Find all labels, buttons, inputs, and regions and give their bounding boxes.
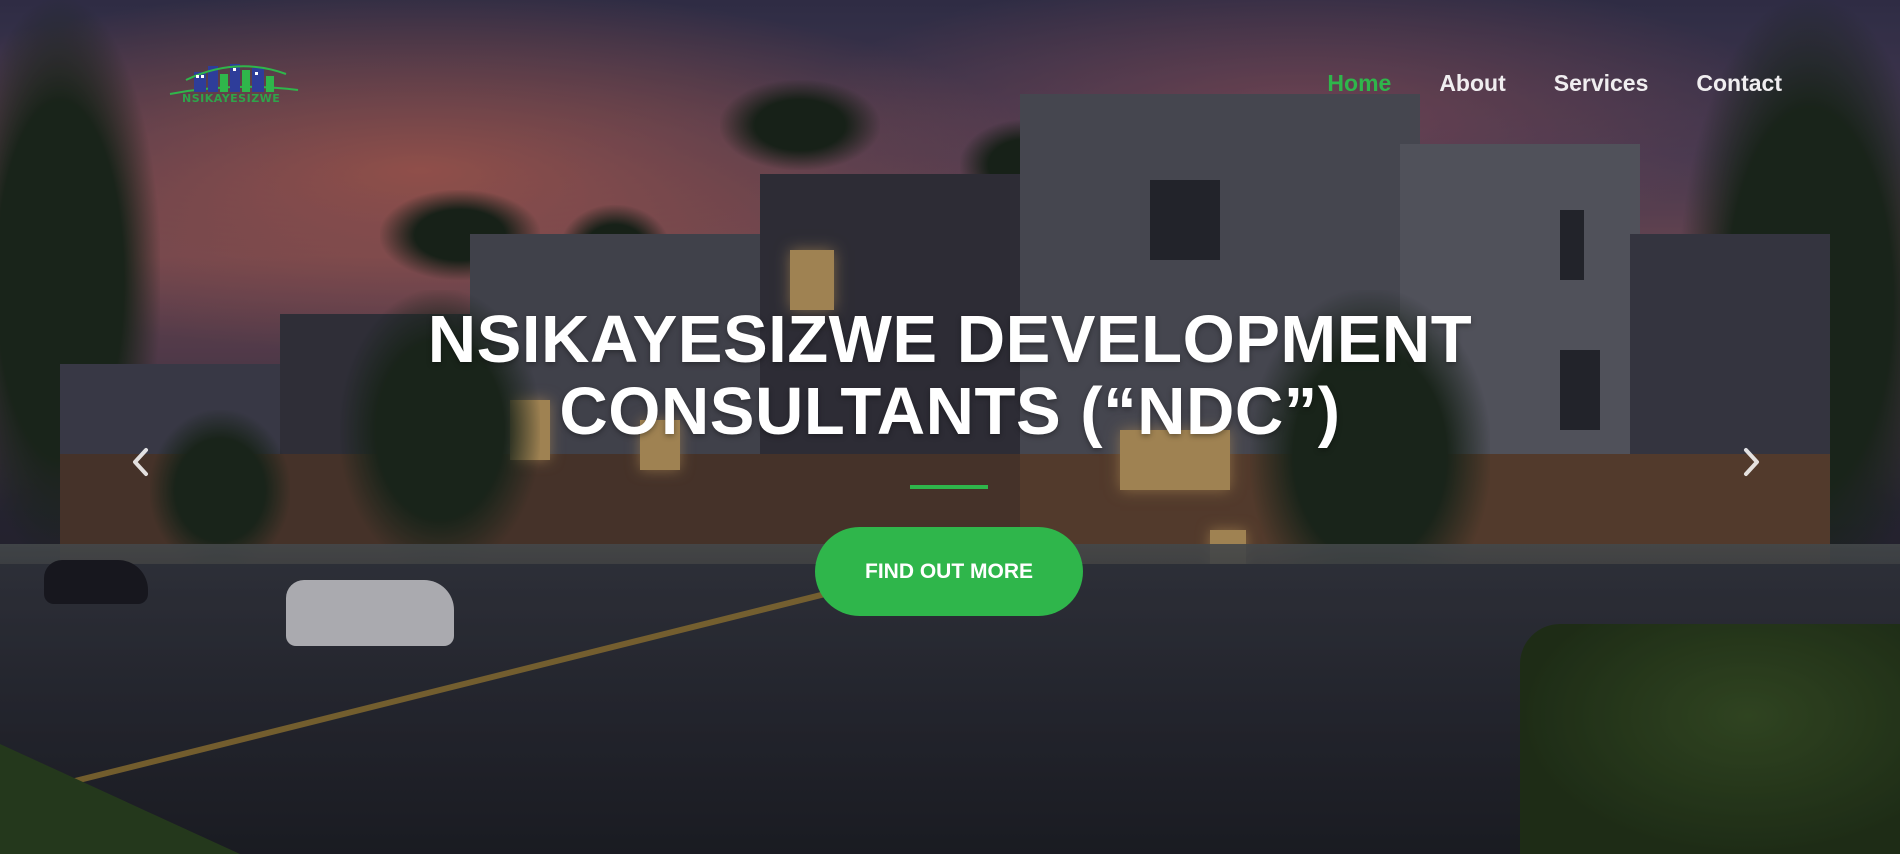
- hero-title-line-2: CONSULTANTS (“NDC”): [559, 374, 1341, 449]
- title-divider: [910, 485, 988, 489]
- logo-wordmark: NSIKAYESIZWE: [182, 92, 281, 105]
- site-logo[interactable]: NSIKAYESIZWE: [166, 60, 302, 120]
- hero-title: NSIKAYESIZWE DEVELOPMENT CONSULTANTS (“N…: [0, 304, 1900, 448]
- hero-section: NSIKAYESIZWE Home About Services Contact…: [0, 0, 1900, 854]
- carousel-prev-button[interactable]: [124, 440, 156, 484]
- hero-title-line-1: NSIKAYESIZWE DEVELOPMENT: [427, 302, 1473, 377]
- nav-contact[interactable]: Contact: [1696, 70, 1782, 97]
- chevron-left-icon: [133, 448, 148, 476]
- nav-home[interactable]: Home: [1327, 70, 1391, 97]
- carousel-next-button[interactable]: [1736, 440, 1768, 484]
- main-nav: Home About Services Contact: [1327, 70, 1782, 97]
- chevron-right-icon: [1744, 448, 1759, 476]
- city-skyline-icon: [169, 64, 299, 95]
- find-out-more-button[interactable]: FIND OUT MORE: [815, 527, 1083, 616]
- nav-services[interactable]: Services: [1554, 70, 1649, 97]
- nav-about[interactable]: About: [1439, 70, 1505, 97]
